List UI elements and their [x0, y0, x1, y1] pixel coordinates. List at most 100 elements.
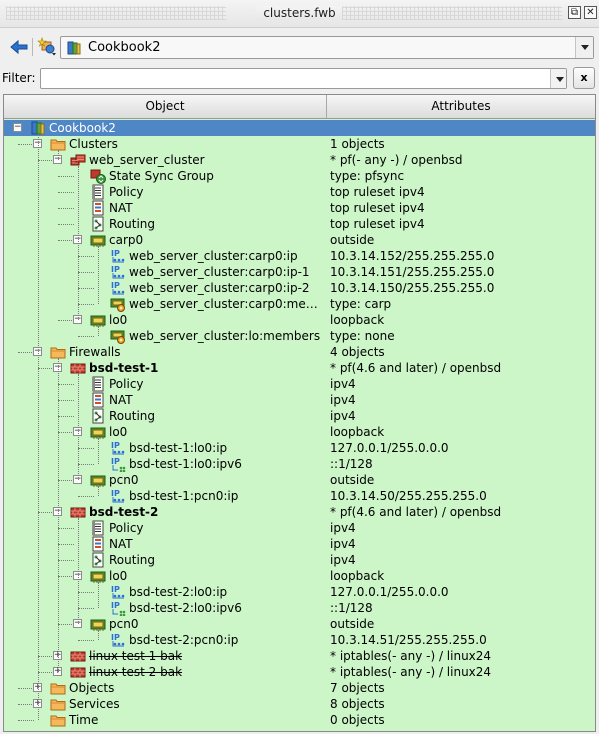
- tree-row[interactable]: − lo0 loopback: [4, 312, 595, 328]
- tree-connector: [58, 480, 74, 481]
- tree-row-name: pcn0: [109, 473, 139, 487]
- filter-combo[interactable]: [40, 68, 567, 89]
- tree-connector: [78, 374, 79, 480]
- tree-row[interactable]: − pcn0 outside: [4, 472, 595, 488]
- tree-row[interactable]: + Services 8 objects: [4, 696, 595, 712]
- chevron-down-icon[interactable]: [575, 37, 593, 58]
- tree-row[interactable]: + linux test 2 bak * iptables(- any -) / …: [4, 664, 595, 680]
- tree-row-attributes: loopback: [330, 425, 385, 439]
- tree-connector: [38, 672, 54, 673]
- tree-row-name: Objects: [69, 681, 115, 695]
- tree-row[interactable]: − lo0 loopback: [4, 568, 595, 584]
- tree-row[interactable]: NAT ipv4: [4, 536, 595, 552]
- tree-row[interactable]: web_server_cluster:carp0:me… type: carp: [4, 296, 595, 312]
- tree-row[interactable]: + linux test 1 bak * iptables(- any -) / …: [4, 648, 595, 664]
- column-header-attributes[interactable]: Attributes: [327, 95, 595, 118]
- tree-connector: [58, 176, 74, 177]
- tree-connector: [38, 134, 39, 720]
- clear-filter-button[interactable]: x: [573, 67, 595, 89]
- tree-row[interactable]: Policy top ruleset ipv4: [4, 184, 595, 200]
- tree-connector: [58, 320, 74, 321]
- tree-connector: [78, 256, 94, 257]
- nat-icon: [92, 200, 104, 216]
- tree-row[interactable]: IP bsd-test-1:lo0:ip 127.0.0.1/255.0.0.0: [4, 440, 595, 456]
- tree-row[interactable]: Time 0 objects: [4, 712, 595, 728]
- policy-icon: [92, 520, 104, 536]
- svg-text:IP: IP: [111, 265, 120, 274]
- chevron-down-icon[interactable]: [550, 69, 566, 88]
- tree-row[interactable]: NAT top ruleset ipv4: [4, 200, 595, 216]
- tree-row-attributes: loopback: [330, 313, 385, 327]
- window-titlebar: clusters.fwb ⧉ ✕: [0, 0, 599, 28]
- tree-connector: [58, 416, 74, 417]
- tree-row-attributes: 10.3.14.152/255.255.255.0: [330, 249, 495, 263]
- tree-row-name: web_server_cluster:carp0:ip-2: [129, 281, 310, 295]
- float-window-button[interactable]: ⧉: [568, 6, 581, 19]
- tree-row[interactable]: Policy ipv4: [4, 520, 595, 536]
- tree-row[interactable]: State Sync Group type: pfsync: [4, 168, 595, 184]
- tree-row[interactable]: IP web_server_cluster:carp0:ip 10.3.14.152…: [4, 248, 595, 264]
- tree-row[interactable]: − pcn0 outside: [4, 616, 595, 632]
- tree-row[interactable]: IP bsd-test-2:lo0:ip 127.0.0.1/255.0.0.0: [4, 584, 595, 600]
- tree-row-name: pcn0: [109, 617, 139, 631]
- filter-input[interactable]: [41, 69, 546, 88]
- tree-row-attributes: ipv4: [330, 553, 356, 567]
- tree-row[interactable]: − lo0 loopback: [4, 424, 595, 440]
- tree-row-attributes: 0 objects: [330, 713, 385, 727]
- new-object-icon[interactable]: [36, 37, 58, 57]
- tree-row[interactable]: NAT ipv4: [4, 392, 595, 408]
- tree-row-attributes: 127.0.0.1/255.0.0.0: [330, 585, 449, 599]
- policy-icon: [92, 184, 104, 200]
- tree-row[interactable]: Policy ipv4: [4, 376, 595, 392]
- tree-connector: [98, 246, 99, 304]
- tree-row[interactable]: IP bsd-test-2:pcn0:ip 10.3.14.51/255.255.2…: [4, 632, 595, 648]
- tree-connector: [78, 272, 94, 273]
- tree-row[interactable]: − carp0 outside: [4, 232, 595, 248]
- sync-icon: [90, 169, 106, 184]
- tree-row-attributes: * pf(4.6 and later) / openbsd: [330, 505, 502, 519]
- library-selector[interactable]: Cookbook2: [60, 36, 594, 59]
- collapse-icon[interactable]: −: [13, 123, 22, 132]
- tree-row[interactable]: IP bsd-test-1:lo0:ipv6::1/128: [4, 456, 595, 472]
- tree-row[interactable]: + Objects 7 objects: [4, 680, 595, 696]
- tree-row[interactable]: Routing top ruleset ipv4: [4, 216, 595, 232]
- tree-row[interactable]: − Firewalls 4 objects: [4, 344, 595, 360]
- tree-row-name: Time: [69, 713, 99, 727]
- tree-row[interactable]: Routing ipv4: [4, 552, 595, 568]
- tree-row[interactable]: IP bsd-test-1:pcn0:ip 10.3.14.50/255.255.2…: [4, 488, 595, 504]
- ip-icon: IP: [111, 633, 125, 647]
- back-arrow-icon[interactable]: [8, 37, 30, 57]
- tree-connector: [78, 336, 94, 337]
- tree-connector: [18, 704, 34, 705]
- svg-text:IP: IP: [111, 489, 120, 498]
- tree-connector: [58, 240, 74, 241]
- tree-row[interactable]: − bsd-test-1 * pf(4.6 and later) / openbs…: [4, 360, 595, 376]
- ip-icon: IP: [111, 265, 125, 279]
- tree-row[interactable]: − Clusters 1 objects: [4, 136, 595, 152]
- svg-text:IP: IP: [111, 585, 120, 594]
- tree-connector: [18, 352, 34, 353]
- tree-row-attributes: * pf(4.6 and later) / openbsd: [330, 361, 502, 375]
- object-tree[interactable]: Object Attributes − Cookbook2− Clusters 1 o…: [3, 94, 596, 732]
- tree-connector: [98, 326, 99, 336]
- tree-row-attributes: ipv4: [330, 393, 356, 407]
- tree-row-name: web_server_cluster:carp0:ip: [129, 249, 298, 263]
- ip-icon: IP: [111, 249, 125, 263]
- tree-row[interactable]: − bsd-test-2 * pf(4.6 and later) / openbs…: [4, 504, 595, 520]
- tree-row[interactable]: IP web_server_cluster:carp0:ip-1 10.3.14.1…: [4, 264, 595, 280]
- tree-connector: [78, 592, 94, 593]
- close-window-button[interactable]: ✕: [584, 6, 597, 19]
- column-header-object[interactable]: Object: [4, 95, 327, 118]
- tree-connector: [38, 160, 54, 161]
- tree-row[interactable]: web_server_cluster:lo:members type: none: [4, 328, 595, 344]
- tree-row[interactable]: − Cookbook2: [4, 120, 595, 136]
- tree-row-attributes: 8 objects: [330, 697, 385, 711]
- tree-row-attributes: ipv4: [330, 409, 356, 423]
- tree-row[interactable]: IP web_server_cluster:carp0:ip-2 10.3.14.1…: [4, 280, 595, 296]
- tree-row[interactable]: IP bsd-test-2:lo0:ipv6::1/128: [4, 600, 595, 616]
- tree-row[interactable]: Routing ipv4: [4, 408, 595, 424]
- tree-connector: [58, 576, 74, 577]
- tree-row[interactable]: − web_server_cluster * pf(- any -) / open…: [4, 152, 595, 168]
- ip-icon: IP: [111, 585, 125, 599]
- tree-row-attributes: top ruleset ipv4: [330, 185, 425, 199]
